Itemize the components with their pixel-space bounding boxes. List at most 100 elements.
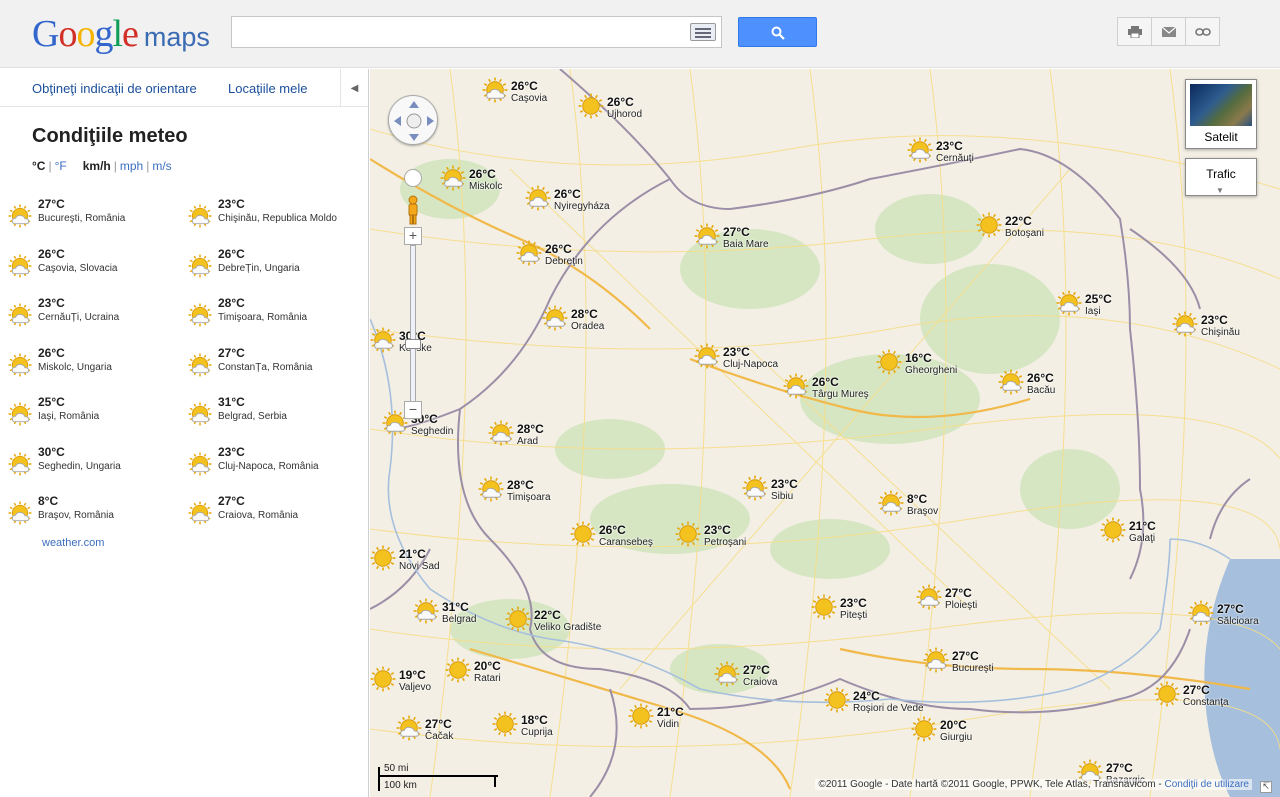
header: Google maps <box>0 0 1280 68</box>
logo-google: Google <box>32 13 139 55</box>
weather-list-item[interactable]: 25°C Iaşi, România <box>0 395 175 435</box>
sun-cloud-icon <box>8 204 32 231</box>
marker-city: Nyiregyháza <box>554 201 610 212</box>
weather-list-item[interactable]: 26°C Miskolc, Ungaria <box>0 346 175 386</box>
marker-city: Chişinău <box>1201 327 1240 338</box>
marker-temp: 27°C <box>1217 602 1244 616</box>
weather-list-item[interactable]: 23°C CernăuȚi, Ucraina <box>0 296 175 336</box>
weather-list-item[interactable]: 31°C Belgrad, Serbia <box>180 395 355 435</box>
sun-cloud-icon <box>188 353 212 380</box>
zoom-out-button[interactable]: − <box>404 401 422 419</box>
unit-mph[interactable]: mph <box>120 159 143 173</box>
marker-city: Sibiu <box>771 491 794 502</box>
scale-bar: 50 mi 100 km <box>376 763 506 793</box>
traffic-button[interactable]: Trafic ▼ <box>1185 158 1257 196</box>
unit-fahrenheit[interactable]: °F <box>55 159 67 173</box>
weather-temp: 23°C <box>38 296 65 310</box>
marker-temp: 20°C <box>940 718 967 732</box>
sun-cloud-icon <box>542 305 568 334</box>
pegman-icon[interactable] <box>407 195 419 225</box>
sun-cloud-icon <box>488 420 514 449</box>
marker-temp: 28°C <box>517 422 544 436</box>
collapse-panel-button[interactable]: ◀ <box>340 69 368 107</box>
weather-list-item[interactable]: 23°C Cluj-Napoca, România <box>180 445 355 485</box>
marker-city: Čačak <box>425 731 454 742</box>
weather-temp: 8°C <box>38 494 59 508</box>
sun-icon <box>976 212 1002 241</box>
link-button[interactable] <box>1185 17 1220 46</box>
weather-temp: 26°C <box>38 246 65 261</box>
marker-city: Târgu Mureş <box>812 389 869 400</box>
search-box <box>231 16 722 48</box>
keyboard-icon[interactable] <box>690 23 716 41</box>
sun-icon <box>492 711 518 740</box>
sun-cloud-icon <box>878 490 904 519</box>
weather-list-item[interactable]: 23°C Chişinău, Republica Moldo <box>180 197 355 237</box>
unit-ms[interactable]: m/s <box>152 159 171 173</box>
weather-list-item[interactable]: 30°C Seghedin, Ungaria <box>0 445 175 485</box>
weather-list-item[interactable]: 27°C Bucureşti, România <box>0 197 175 237</box>
weather-temp: 28°C <box>218 296 245 310</box>
google-maps-logo[interactable]: Google maps <box>32 12 210 56</box>
marker-city: Gheorgheni <box>905 365 958 376</box>
my-places-link[interactable]: Locaţiile mele <box>228 81 308 96</box>
scale-km: 100 km <box>384 780 417 791</box>
search-button[interactable] <box>738 17 817 47</box>
marker-city: Cuprija <box>521 727 553 738</box>
link-icon <box>1194 27 1211 36</box>
sun-icon <box>675 521 701 550</box>
sun-cloud-icon <box>714 661 740 690</box>
sun-cloud-icon <box>188 452 212 479</box>
weather-list-item[interactable]: 27°C ConstanȚa, România <box>180 346 355 386</box>
sun-cloud-icon <box>916 584 942 613</box>
unit-kmh[interactable]: km/h <box>83 159 111 173</box>
zoom-thumb[interactable] <box>405 339 421 349</box>
sun-cloud-icon <box>8 402 32 429</box>
weather-list-item[interactable]: 26°C DebreȚin, Ungaria <box>180 247 355 287</box>
marker-city: Cernăuţi <box>936 153 974 164</box>
pan-control[interactable] <box>388 95 438 145</box>
zoom-in-button[interactable]: + <box>404 227 422 245</box>
search-input[interactable] <box>232 17 672 47</box>
weather-list-item[interactable]: 28°C Timişoara, România <box>180 296 355 336</box>
copyright-label: ©2011 Google - Date hartă ©2011 Google, … <box>818 779 1165 790</box>
weather-list-item[interactable]: 26°C Caşovia, Slovacia <box>0 247 175 287</box>
weather-list-item[interactable]: 8°C Braşov, România <box>0 494 175 534</box>
marker-temp: 26°C <box>469 167 496 181</box>
copyright-text: ©2011 Google - Date hartă ©2011 Google, … <box>815 779 1252 790</box>
email-button[interactable] <box>1151 17 1186 46</box>
marker-temp: 8°C <box>907 492 928 506</box>
marker-city: Caşovia <box>511 93 548 104</box>
unit-celsius[interactable]: °C <box>32 159 45 173</box>
marker-temp: 27°C <box>425 717 452 731</box>
map-canvas[interactable]: 26°C Caşovia 26°C Ujhorod 23°C Cernăuţi 26°C Mi… <box>370 69 1280 797</box>
weather-com-link[interactable]: weather.com <box>42 537 104 549</box>
weather-temp: 25°C <box>38 395 65 409</box>
marker-temp: 28°C <box>507 478 534 492</box>
sun-cloud-icon <box>478 476 504 505</box>
weather-temp: 23°C <box>218 444 245 459</box>
resize-icon[interactable]: ↸ <box>1260 781 1272 793</box>
zoom-track[interactable] <box>410 245 416 403</box>
scale-miles: 50 mi <box>384 763 409 774</box>
print-button[interactable] <box>1117 17 1152 46</box>
marker-city: Timişoara <box>507 492 551 503</box>
sun-cloud-icon <box>370 327 396 356</box>
marker-city: Caransebeş <box>599 537 653 548</box>
get-directions-link[interactable]: Obţineţi indicaţii de orientare <box>32 81 197 96</box>
marker-city: Cluj-Napoca <box>723 359 779 370</box>
sun-cloud-icon <box>188 402 212 429</box>
rotate-icon[interactable] <box>404 169 422 187</box>
weather-city: Timişoara, România <box>218 312 308 323</box>
weather-city: Belgrad, Serbia <box>218 411 287 422</box>
marker-city: Giurgiu <box>940 732 973 743</box>
satellite-thumbnail <box>1190 84 1252 126</box>
sun-cloud-icon <box>742 475 768 504</box>
sun-cloud-icon <box>482 77 508 106</box>
sun-icon <box>1100 517 1126 546</box>
satellite-button[interactable]: Satelit <box>1185 79 1257 149</box>
marker-city: Oradea <box>571 321 605 332</box>
sun-icon <box>628 703 654 732</box>
weather-list-item[interactable]: 27°C Craiova, România <box>180 494 355 534</box>
terms-of-use-link[interactable]: Condiţii de utilizare <box>1165 779 1250 790</box>
